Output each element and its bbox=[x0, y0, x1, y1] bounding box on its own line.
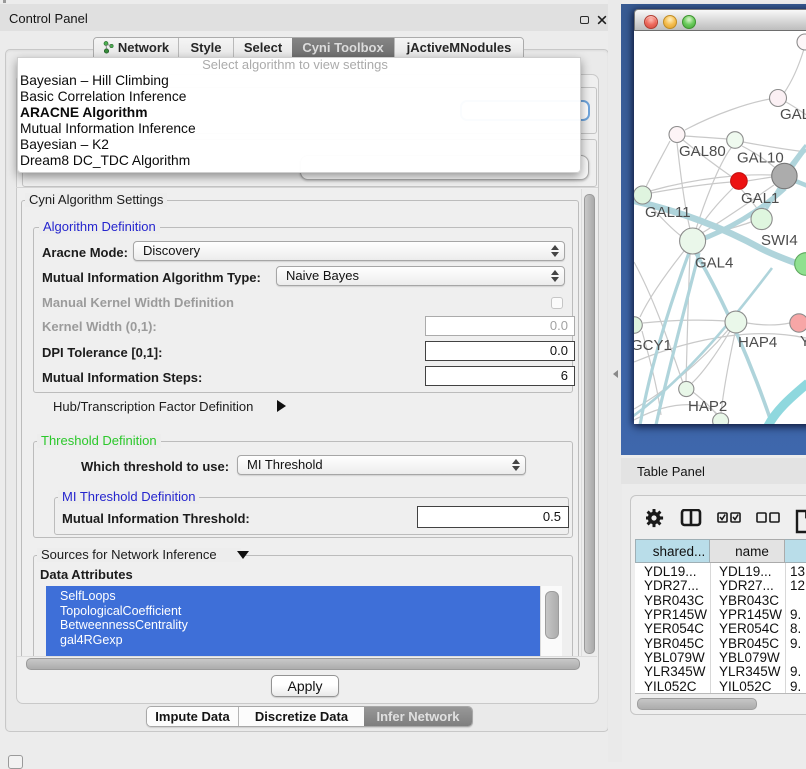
svg-text:GAL4: GAL4 bbox=[695, 255, 733, 272]
svg-text:GAL: GAL bbox=[780, 106, 806, 123]
svg-text:HAP4: HAP4 bbox=[738, 334, 777, 351]
svg-text:Y: Y bbox=[800, 333, 806, 350]
svg-text:HAP2: HAP2 bbox=[688, 398, 727, 415]
svg-text:SWI4: SWI4 bbox=[761, 232, 798, 249]
svg-text:GAL80: GAL80 bbox=[679, 143, 726, 160]
svg-text:GCY1: GCY1 bbox=[634, 337, 672, 354]
svg-text:GAL11: GAL11 bbox=[645, 204, 691, 221]
svg-text:GAL1: GAL1 bbox=[741, 190, 779, 207]
svg-text:GAL10: GAL10 bbox=[737, 150, 784, 167]
